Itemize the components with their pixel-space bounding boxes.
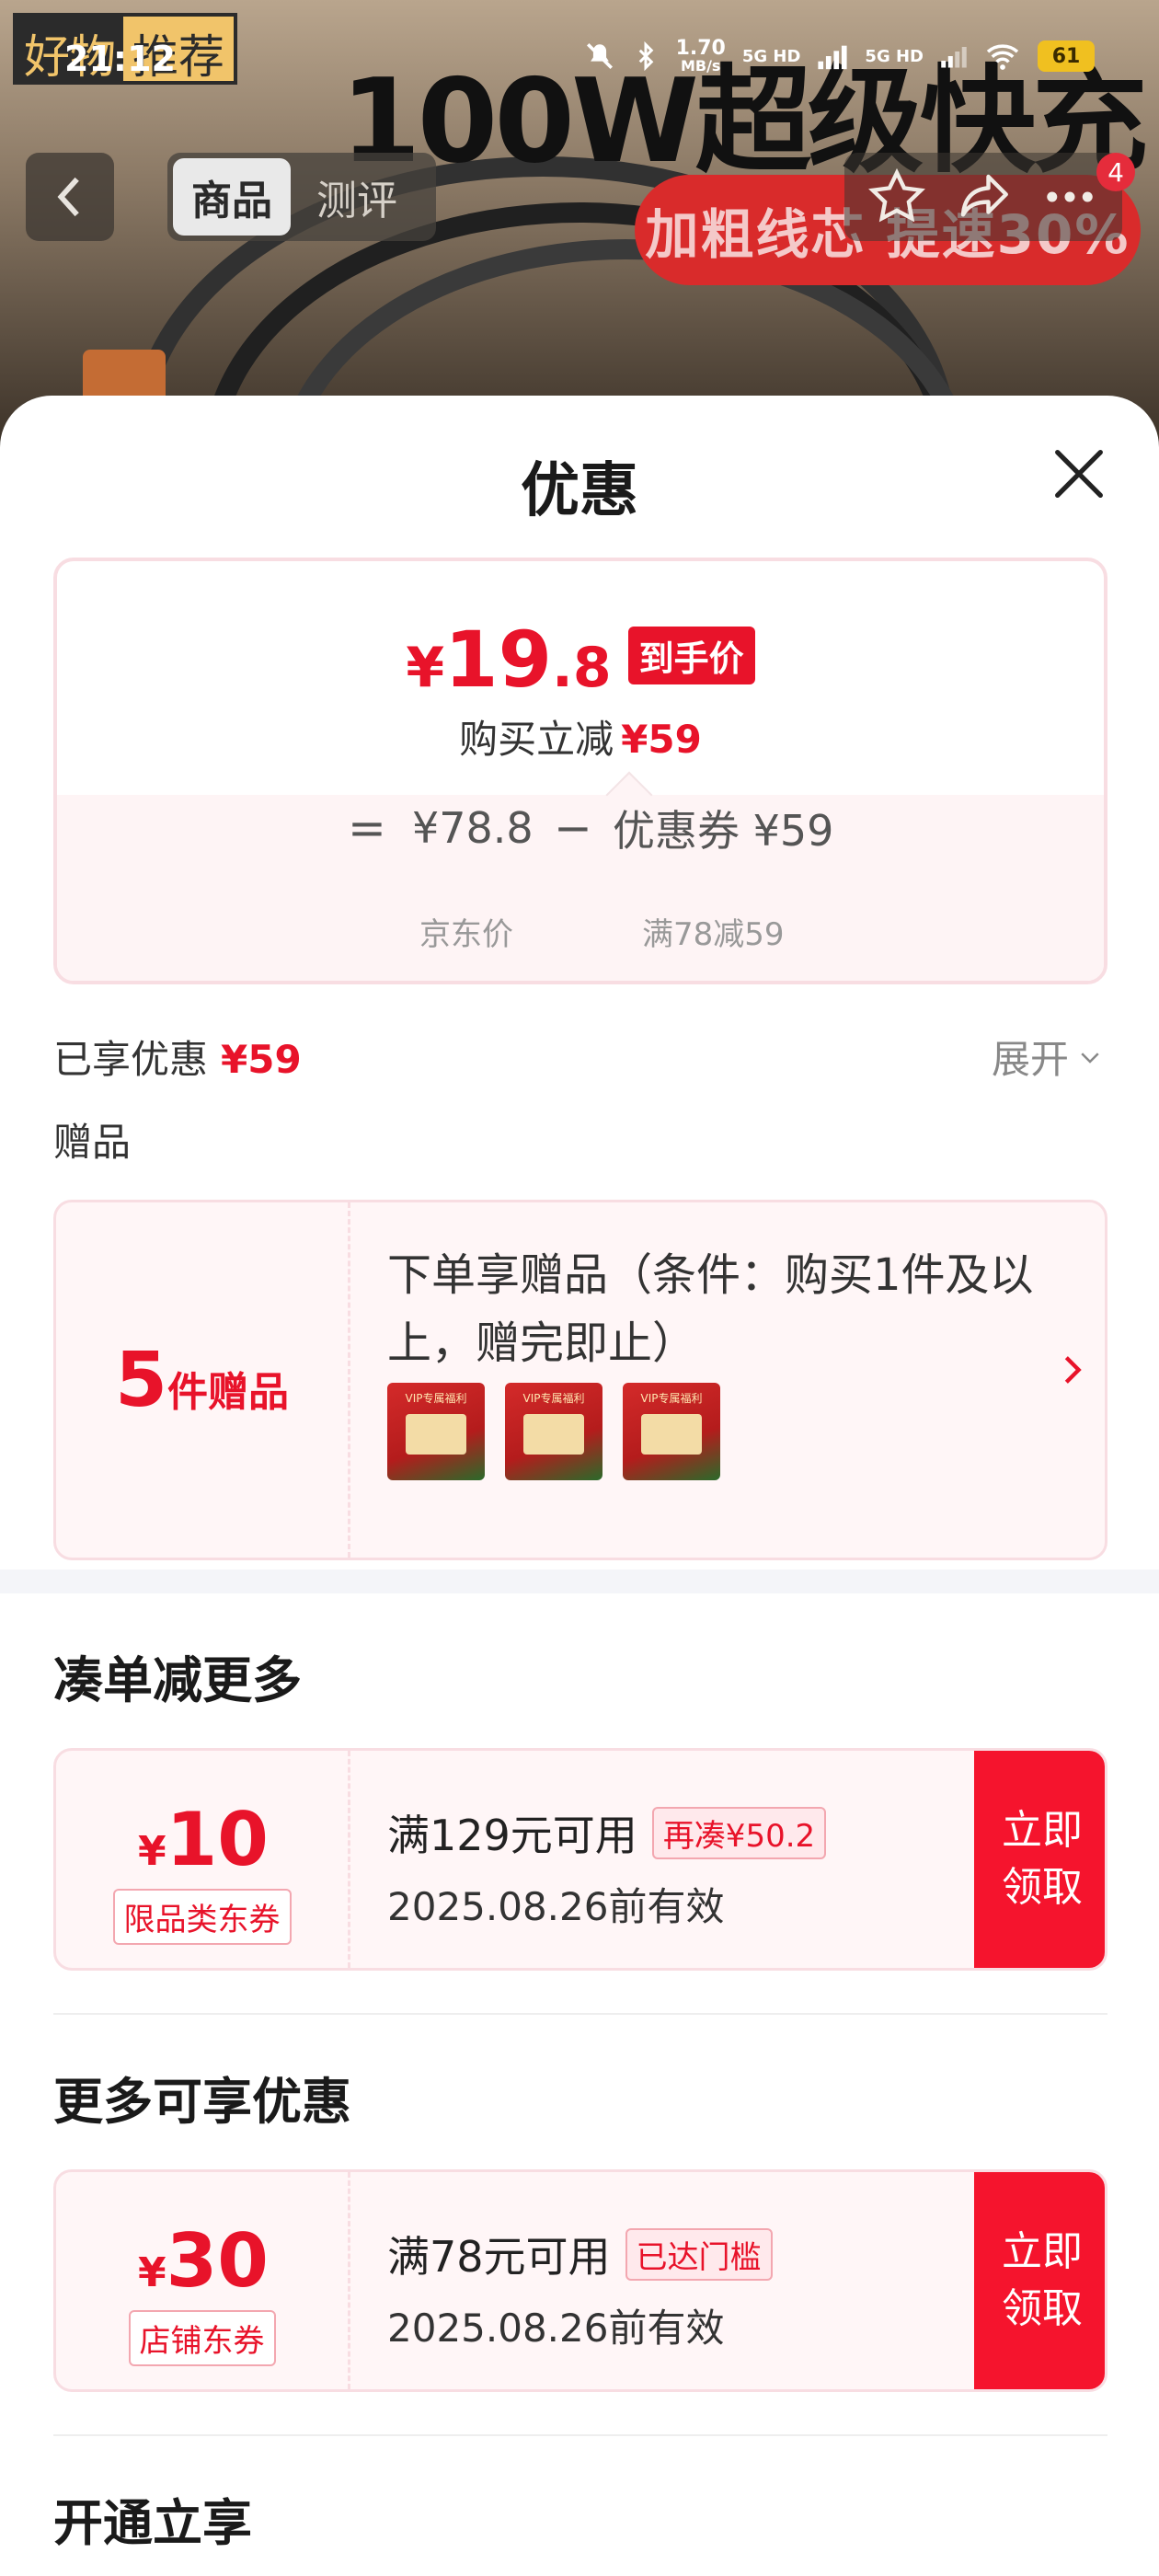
star-icon[interactable] bbox=[866, 167, 927, 227]
status-time: 21:12 bbox=[64, 39, 176, 79]
gift-count-suffix: 件赠品 bbox=[167, 1369, 290, 1416]
gift-thumbnail[interactable]: VIP专属福利 bbox=[387, 1383, 485, 1480]
bluetooth-icon bbox=[638, 40, 653, 72]
nav-tabs: 商品 测评 bbox=[167, 153, 436, 241]
back-button[interactable] bbox=[26, 153, 114, 241]
purchase-reduce-amount: ¥59 bbox=[621, 717, 702, 762]
coupon-status-tag: 再凑¥50.2 bbox=[651, 1806, 827, 1859]
coupon-value-panel: ¥30 店铺东券 bbox=[56, 2172, 350, 2389]
sim1-signal: 5G HD bbox=[741, 46, 801, 66]
gift-thumbnail-label: VIP专属福利 bbox=[522, 1392, 585, 1405]
gift-description: 下单享赠品（条件：购买1件及以上，赠完即止） bbox=[387, 1249, 1034, 1369]
status-bar: 21:12 1.70 MB/s 5G HD 5G HD 61 bbox=[0, 0, 1159, 120]
expand-button[interactable]: 展开 bbox=[992, 1029, 1104, 1085]
divider bbox=[53, 2434, 1107, 2436]
coupon-condition: 满78元可用 已达门槛 bbox=[387, 2224, 773, 2284]
sim2-signal: 5G HD bbox=[865, 46, 924, 66]
coupon-status-tag: 已达门槛 bbox=[625, 2227, 773, 2281]
coupon-deduction: 优惠券 ¥59 bbox=[613, 806, 834, 856]
expand-label: 展开 bbox=[992, 1037, 1070, 1082]
net-speed: 1.70 MB/s bbox=[675, 37, 726, 75]
section-title-more: 凑单减更多 bbox=[53, 1651, 302, 1709]
enjoyed-discount: 已享优惠 ¥59 bbox=[53, 1029, 302, 1085]
gift-card-image bbox=[406, 1414, 466, 1455]
gift-thumbnail[interactable]: VIP专属福利 bbox=[623, 1383, 720, 1480]
gift-card[interactable]: 5 件赠品 下单享赠品（条件：购买1件及以上，赠完即止） VIP专属福利 VIP… bbox=[53, 1200, 1107, 1560]
tab-product[interactable]: 商品 bbox=[173, 158, 291, 236]
final-price-tag: 到手价 bbox=[627, 627, 755, 684]
wifi-icon bbox=[986, 44, 1019, 70]
gift-card-image bbox=[641, 1414, 702, 1455]
signal-icon bbox=[941, 47, 967, 68]
coupon-type: 店铺东券 bbox=[128, 2310, 276, 2366]
close-icon bbox=[1055, 450, 1103, 498]
claim-coupon-button[interactable]: 立即领取 bbox=[974, 2172, 1105, 2389]
section-title-extra: 更多可享优惠 bbox=[53, 2073, 351, 2131]
coupon-validity: 2025.08.26前有效 bbox=[387, 1884, 725, 1929]
coupon-type: 限品类东券 bbox=[112, 1889, 292, 1945]
purchase-reduce: 购买立减 ¥59 bbox=[57, 708, 1104, 765]
coupon-condition-text: 满78元可用 bbox=[387, 2232, 611, 2282]
gift-thumbnails: VIP专属福利 VIP专属福利 VIP专属福利 bbox=[387, 1383, 720, 1480]
final-price: ¥ 19 .8 bbox=[406, 615, 612, 705]
message-badge: 4 bbox=[1096, 153, 1135, 191]
coupon-condition-text: 满129元可用 bbox=[387, 1811, 637, 1860]
price-card: ¥ 19 .8 到手价 购买立减 ¥59 = ¥78.8 − 优惠券 ¥59 京东… bbox=[53, 558, 1107, 984]
purchase-reduce-label: 购买立减 bbox=[459, 717, 614, 762]
enjoyed-label: 已享优惠 bbox=[53, 1037, 209, 1082]
divider bbox=[53, 2013, 1107, 2015]
signal-icon bbox=[818, 45, 848, 70]
coupon-validity: 2025.08.26前有效 bbox=[387, 2306, 725, 2351]
coupon-amount: ¥30 bbox=[138, 2218, 269, 2304]
claim-coupon-button[interactable]: 立即领取 bbox=[974, 1751, 1105, 1968]
gift-thumbnail[interactable]: VIP专属福利 bbox=[505, 1383, 602, 1480]
final-price-row: ¥ 19 .8 到手价 bbox=[57, 615, 1104, 705]
minus-sign: − bbox=[554, 801, 592, 855]
coupon-card: ¥10 限品类东券 满129元可用 再凑¥50.2 2025.08.26前有效 … bbox=[53, 1748, 1107, 1971]
chevron-left-icon bbox=[57, 177, 79, 217]
jd-price-label: 京东价 bbox=[419, 916, 513, 953]
gifts-label: 赠品 bbox=[53, 1120, 132, 1165]
enjoyed-amount: ¥59 bbox=[221, 1037, 302, 1082]
nav-actions bbox=[844, 153, 1122, 241]
gift-thumbnail-label: VIP专属福利 bbox=[405, 1392, 467, 1405]
sheet-title: 优惠 bbox=[521, 457, 638, 525]
coupon-card: ¥30 店铺东券 满78元可用 已达门槛 2025.08.26前有效 立即领取 bbox=[53, 2169, 1107, 2392]
chevron-down-icon bbox=[1081, 1052, 1099, 1064]
coupon-value-panel: ¥10 限品类东券 bbox=[56, 1751, 350, 1968]
gift-thumbnail-label: VIP专属福利 bbox=[640, 1392, 703, 1405]
section-title-open: 开通立享 bbox=[53, 2494, 252, 2552]
coupon-condition: 满129元可用 再凑¥50.2 bbox=[387, 1802, 827, 1863]
chevron-right-icon bbox=[1064, 1356, 1082, 1384]
price-formula: = ¥78.8 − 优惠券 ¥59 京东价 满78减59 bbox=[57, 771, 1104, 981]
gift-count-number: 5 bbox=[114, 1336, 168, 1424]
discount-sheet: 优惠 ¥ 19 .8 到手价 购买立减 ¥59 = ¥78.8 − 优惠券 ¥5… bbox=[0, 396, 1159, 2576]
jd-price: ¥78.8 bbox=[412, 803, 534, 853]
mute-icon bbox=[586, 42, 613, 70]
section-separator bbox=[0, 1570, 1159, 1593]
price-summary: ¥ 19 .8 到手价 购买立减 ¥59 bbox=[57, 561, 1104, 795]
coupon-amount: ¥10 bbox=[138, 1797, 269, 1882]
share-icon[interactable] bbox=[953, 167, 1014, 227]
more-icon[interactable] bbox=[1039, 167, 1100, 227]
status-icons: 1.70 MB/s 5G HD 5G HD 61 bbox=[584, 39, 1095, 74]
close-button[interactable] bbox=[1047, 442, 1111, 506]
tab-review[interactable]: 测评 bbox=[298, 158, 416, 236]
coupon-condition-label: 满78减59 bbox=[642, 916, 785, 953]
battery-indicator: 61 bbox=[1038, 40, 1095, 72]
equals-sign: = bbox=[348, 801, 386, 855]
gift-count: 5 件赠品 bbox=[56, 1202, 350, 1558]
gift-card-image bbox=[523, 1414, 584, 1455]
